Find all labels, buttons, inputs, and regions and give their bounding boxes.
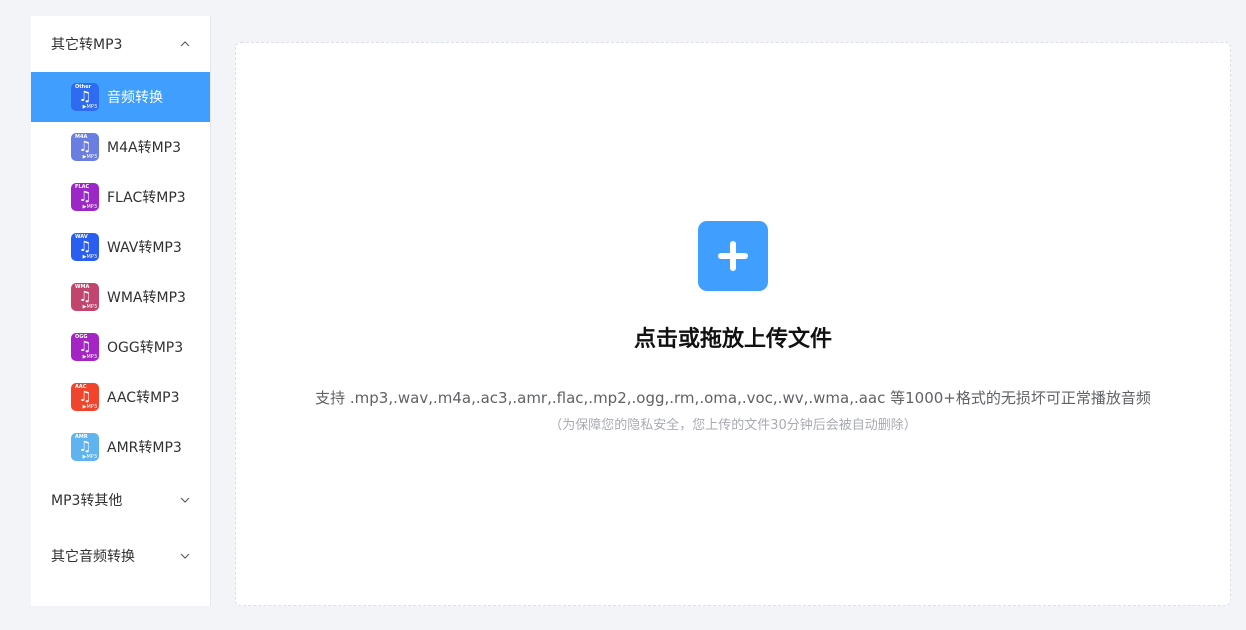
menu-item-aac-to-mp3[interactable]: AAC ♫ ▶MP3 AAC转MP3 bbox=[31, 372, 210, 422]
chevron-down-icon bbox=[180, 495, 190, 505]
menu-item-ogg-to-mp3[interactable]: OGG ♫ ▶MP3 OGG转MP3 bbox=[31, 322, 210, 372]
group-header-other-to-mp3[interactable]: 其它转MP3 bbox=[31, 16, 210, 72]
privacy-note: （为保障您的隐私安全，您上传的文件30分钟后会被自动删除） bbox=[549, 418, 917, 433]
menu-item-label: OGG转MP3 bbox=[107, 340, 184, 356]
menu-item-wav-to-mp3[interactable]: WAV ♫ ▶MP3 WAV转MP3 bbox=[31, 222, 210, 272]
upload-button[interactable] bbox=[698, 221, 768, 291]
menu-item-label: WAV转MP3 bbox=[107, 240, 182, 256]
menu-item-label: M4A转MP3 bbox=[107, 140, 181, 156]
upload-title: 点击或拖放上传文件 bbox=[633, 327, 832, 352]
menu-item-m4a-to-mp3[interactable]: M4A ♫ ▶MP3 M4A转MP3 bbox=[31, 122, 210, 172]
sidebar: 其它转MP3 Other ♫ ▶MP3 音频转换 M4A ♫ ▶MP3 M4A转… bbox=[31, 16, 211, 606]
menu-item-label: WMA转MP3 bbox=[107, 290, 186, 306]
upload-dropzone[interactable]: 点击或拖放上传文件 支持 .mp3,.wav,.m4a,.ac3,.amr,.f… bbox=[235, 42, 1231, 606]
plus-icon bbox=[718, 241, 748, 271]
music-note-icon: FLAC ♫ ▶MP3 bbox=[71, 183, 99, 211]
group-header-other-audio-convert[interactable]: 其它音频转换 bbox=[31, 528, 210, 584]
group-label: 其它音频转换 bbox=[51, 549, 135, 565]
menu-item-label: 音频转换 bbox=[107, 90, 163, 106]
music-note-icon: Other ♫ ▶MP3 bbox=[71, 83, 99, 111]
menu-item-flac-to-mp3[interactable]: FLAC ♫ ▶MP3 FLAC转MP3 bbox=[31, 172, 210, 222]
supported-formats-text: 支持 .mp3,.wav,.m4a,.ac3,.amr,.flac,.mp2,.… bbox=[315, 389, 1151, 407]
menu-item-amr-to-mp3[interactable]: AMR ♫ ▶MP3 AMR转MP3 bbox=[31, 422, 210, 472]
music-note-icon: WAV ♫ ▶MP3 bbox=[71, 233, 99, 261]
menu-item-wma-to-mp3[interactable]: WMA ♫ ▶MP3 WMA转MP3 bbox=[31, 272, 210, 322]
group-header-mp3-to-other[interactable]: MP3转其他 bbox=[31, 472, 210, 528]
menu-item-label: FLAC转MP3 bbox=[107, 190, 186, 206]
menu-item-label: AAC转MP3 bbox=[107, 390, 180, 406]
music-note-icon: M4A ♫ ▶MP3 bbox=[71, 133, 99, 161]
group-label: MP3转其他 bbox=[51, 493, 123, 509]
menu-item-audio-convert[interactable]: Other ♫ ▶MP3 音频转换 bbox=[31, 72, 210, 122]
music-note-icon: OGG ♫ ▶MP3 bbox=[71, 333, 99, 361]
chevron-up-icon bbox=[180, 39, 190, 49]
music-note-icon: AMR ♫ ▶MP3 bbox=[71, 433, 99, 461]
group-label: 其它转MP3 bbox=[51, 37, 123, 53]
menu-item-label: AMR转MP3 bbox=[107, 440, 182, 456]
music-note-icon: AAC ♫ ▶MP3 bbox=[71, 383, 99, 411]
music-note-icon: WMA ♫ ▶MP3 bbox=[71, 283, 99, 311]
chevron-down-icon bbox=[180, 551, 190, 561]
